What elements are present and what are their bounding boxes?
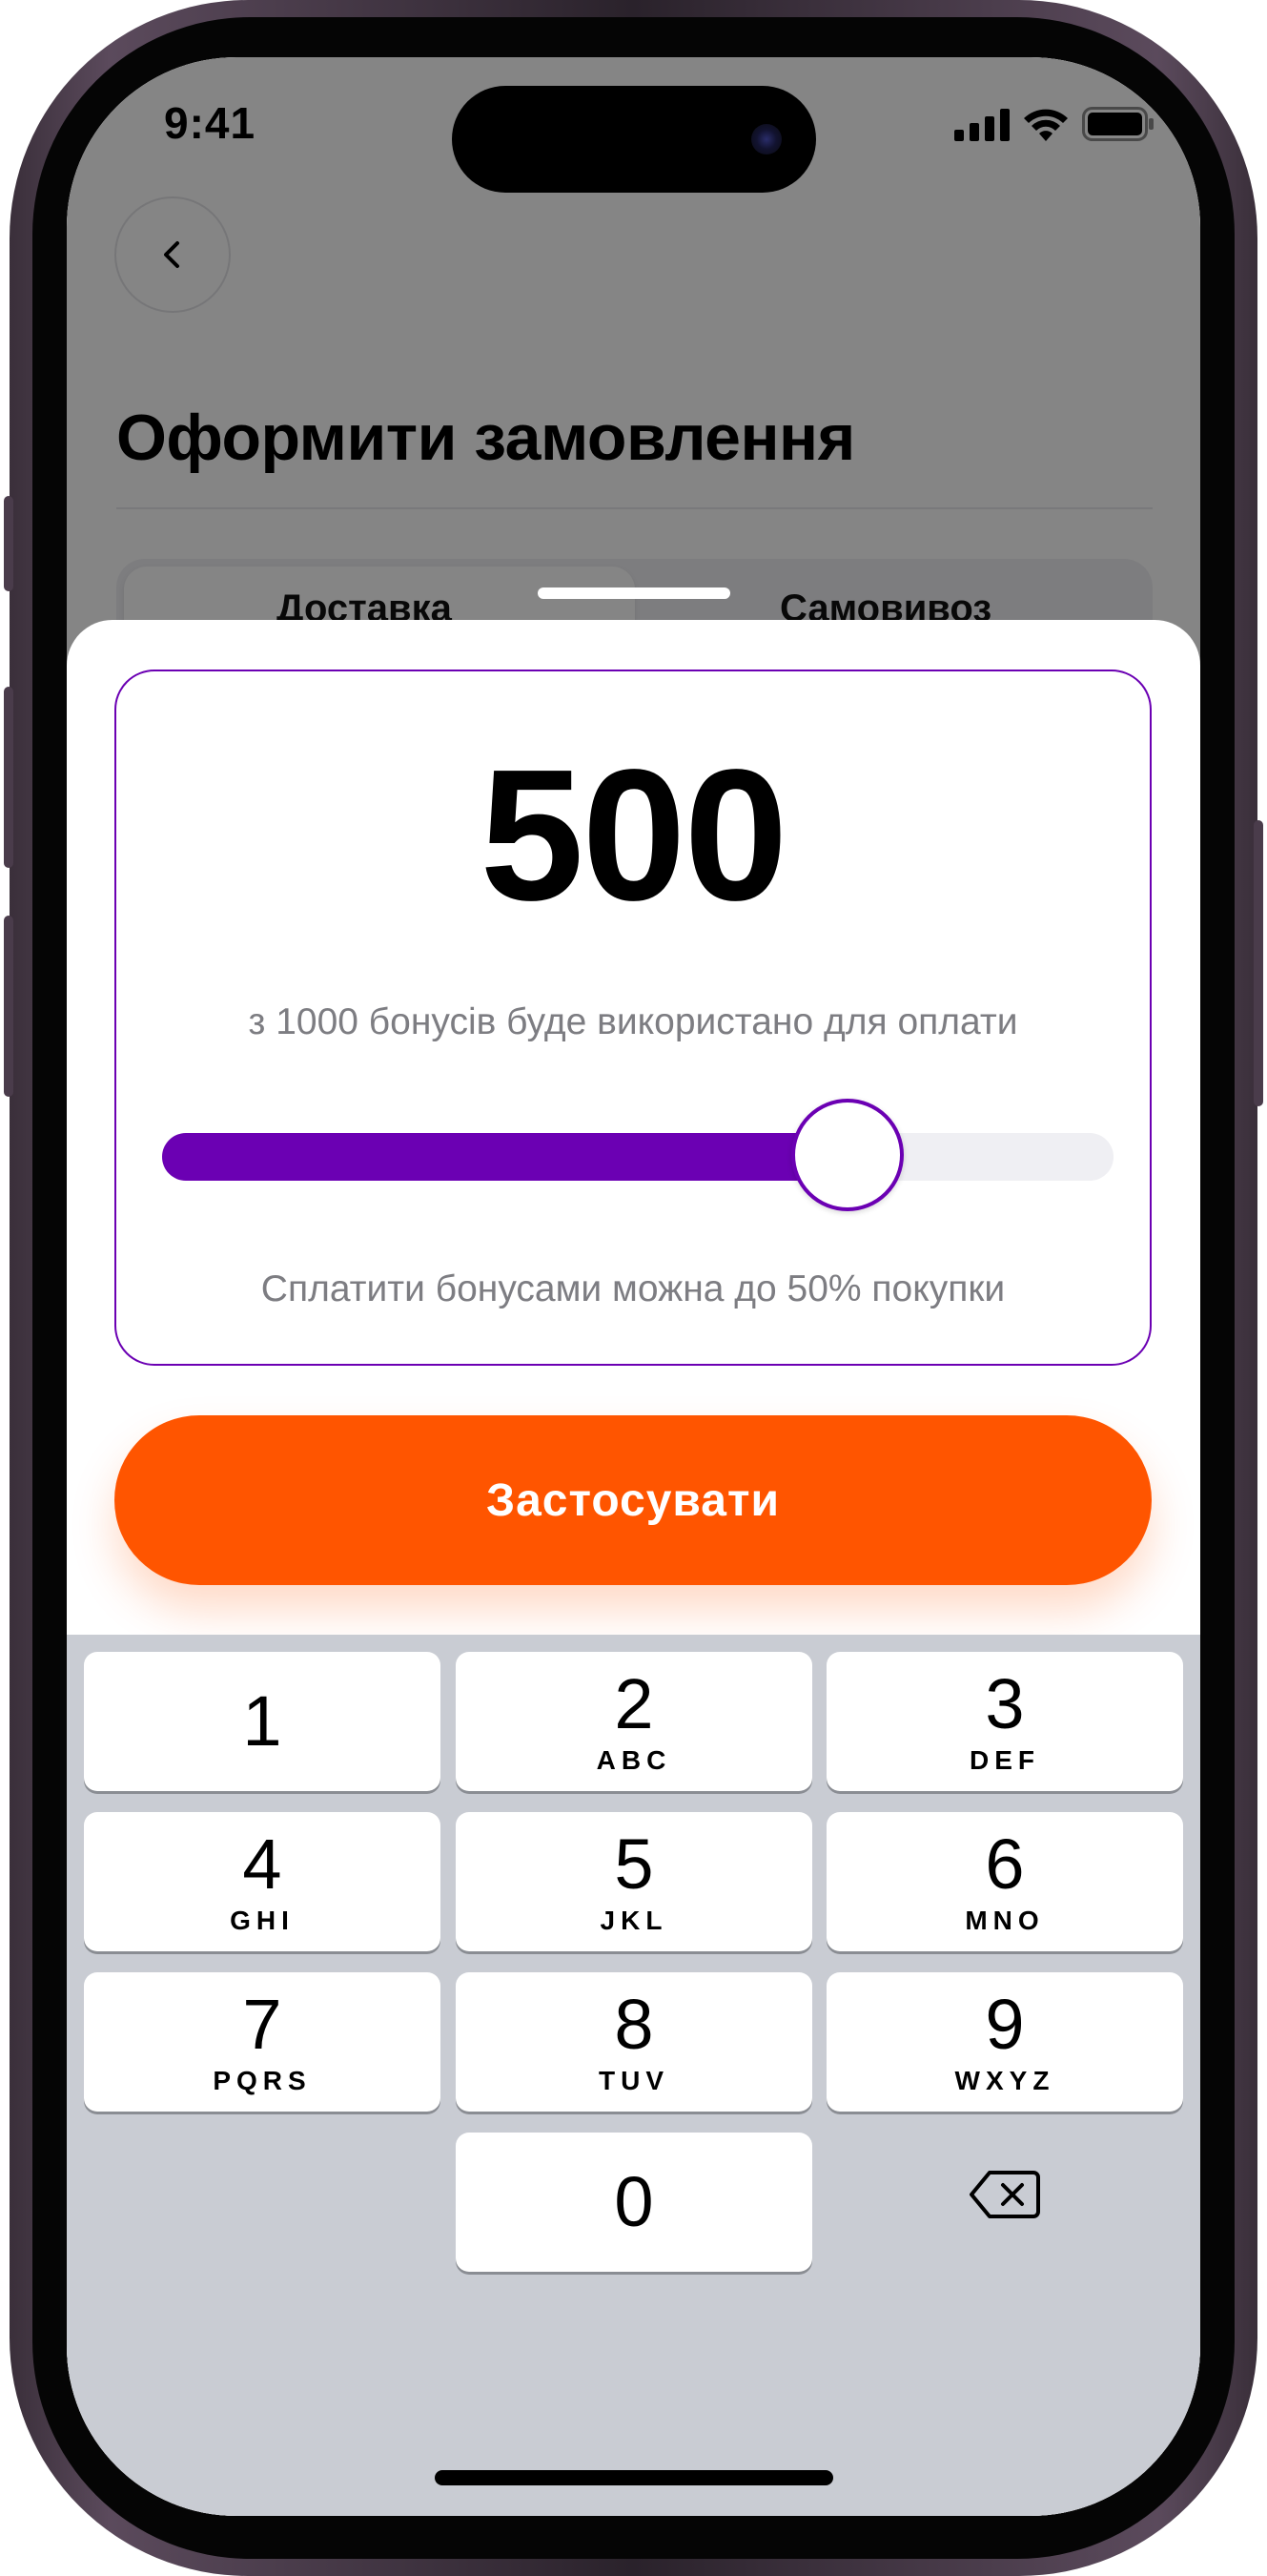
delete-icon (970, 2171, 1040, 2218)
key-8[interactable]: 8 TUV (456, 1972, 812, 2112)
key-letters: PQRS (213, 2066, 312, 2095)
key-digit: 6 (985, 1824, 1025, 1904)
screen: Оформити замовлення Доставка Самовивоз 9… (67, 57, 1200, 2516)
bonus-subtitle: з 1000 бонусів буде використано для опла… (248, 1001, 1018, 1042)
apply-button[interactable]: Застосувати (114, 1415, 1152, 1585)
key-1[interactable]: 1 (84, 1652, 440, 1791)
key-letters: TUV (599, 2066, 669, 2095)
key-digit: 1 (242, 1681, 282, 1761)
camera-icon (751, 124, 782, 155)
signal-icon (954, 109, 1010, 141)
bonus-note: Сплатити бонусами можна до 50% покупки (260, 1268, 1006, 1309)
key-5[interactable]: 5 JKL (456, 1812, 812, 1951)
key-3[interactable]: 3 DEF (827, 1652, 1183, 1791)
bonus-amount: 500 (480, 731, 787, 939)
key-digit: 8 (614, 1985, 654, 2064)
wifi-icon (1024, 109, 1068, 141)
power-button (1254, 820, 1263, 1106)
key-digit: 9 (985, 1985, 1025, 2064)
key-digit: 5 (614, 1824, 654, 1904)
dynamic-island (452, 86, 816, 193)
key-2[interactable]: 2 ABC (456, 1652, 812, 1791)
key-letters: WXYZ (954, 2066, 1055, 2095)
key-letters: DEF (970, 1745, 1040, 1775)
key-4[interactable]: 4 GHI (84, 1812, 440, 1951)
slider-fill (162, 1133, 848, 1181)
key-letters: JKL (600, 1906, 668, 1935)
key-7[interactable]: 7 PQRS (84, 1972, 440, 2112)
bonus-slider[interactable] (162, 1099, 1114, 1211)
home-indicator (435, 2470, 833, 2485)
key-letters: MNO (965, 1906, 1045, 1935)
key-digit: 4 (242, 1824, 282, 1904)
volume-down-button (4, 916, 13, 1097)
status-time: 9:41 (164, 98, 256, 148)
volume-up-button (4, 687, 13, 868)
key-digit: 0 (614, 2162, 654, 2241)
slider-thumb[interactable] (791, 1099, 904, 1211)
key-digit: 2 (614, 1664, 654, 1743)
action-button (4, 496, 13, 591)
status-icons (954, 107, 1155, 141)
key-letters: ABC (596, 1745, 672, 1775)
key-digit: 3 (985, 1664, 1025, 1743)
key-9[interactable]: 9 WXYZ (827, 1972, 1183, 2112)
key-letters: GHI (230, 1906, 295, 1935)
battery-icon (1082, 107, 1154, 141)
delete-key[interactable] (827, 2125, 1183, 2264)
key-6[interactable]: 6 MNO (827, 1812, 1183, 1951)
sheet-drag-handle[interactable] (538, 587, 730, 599)
key-0[interactable]: 0 (456, 2133, 812, 2272)
bonus-card: 500 з 1000 бонусів буде використано для … (114, 670, 1152, 1366)
numeric-keypad: 1 2 ABC 3 DEF 4 GHI 5 JKL 6 MNO 7 PQRS 8… (67, 1635, 1200, 2516)
key-digit: 7 (242, 1985, 282, 2064)
